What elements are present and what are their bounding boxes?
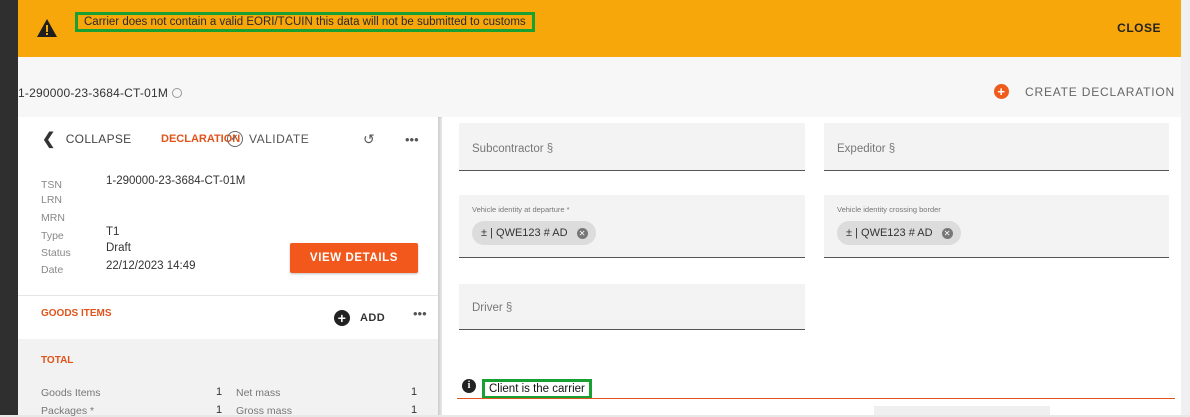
type-label: Type <box>41 230 64 242</box>
net-mass-value: 1 <box>411 386 418 398</box>
goods-items-count-label: Goods Items <box>41 387 101 399</box>
plus-circle-icon: + <box>994 84 1010 99</box>
plus-circle-icon: + <box>334 310 350 326</box>
collapse-label: COLLAPSE <box>65 132 132 146</box>
net-mass-label: Net mass <box>236 387 281 399</box>
info-icon: i <box>462 379 476 393</box>
reference-title: 1-290000-23-3684-CT-01M <box>18 86 183 100</box>
create-declaration-label: CREATE DECLARATION <box>1025 84 1175 99</box>
driver-field[interactable]: Driver § <box>459 284 805 330</box>
vehicle-departure-label: Vehicle identity at departure * <box>472 205 570 214</box>
tsn-value: 1-290000-23-3684-CT-01M <box>106 175 246 187</box>
collapse-button[interactable]: ❮ COLLAPSE <box>42 129 131 149</box>
gross-mass-value: 1 <box>411 404 418 416</box>
lrn-label: LRN <box>41 194 63 206</box>
vehicle-border-chip[interactable]: ± | QWE123 # AD ✕ <box>837 221 961 245</box>
packages-value: 1 <box>216 404 223 416</box>
expeditor-field[interactable]: Expeditor § <box>824 123 1169 171</box>
left-edge <box>0 0 18 415</box>
remove-chip-icon[interactable]: ✕ <box>576 227 588 239</box>
right-edge <box>1181 0 1190 415</box>
chevron-left-icon: ❮ <box>42 131 56 148</box>
expeditor-placeholder: Expeditor § <box>837 143 896 155</box>
validate-button[interactable]: ✓ VALIDATE <box>227 129 309 149</box>
partial-field <box>874 406 1050 415</box>
remove-chip-icon[interactable]: ✕ <box>941 227 953 239</box>
packages-label: Packages * <box>41 405 95 417</box>
vehicle-border-value: ± | QWE123 # AD <box>846 227 933 239</box>
vehicle-departure-chip[interactable]: ± | QWE123 # AD ✕ <box>472 221 596 245</box>
tsn-label: TSN <box>41 179 62 191</box>
warning-banner: Carrier does not contain a valid EORI/TC… <box>18 0 1181 57</box>
view-details-button[interactable]: VIEW DETAILS <box>290 243 418 273</box>
declaration-sidebar: ❮ COLLAPSE DECLARATION ✓ VALIDATE ↺ ••• … <box>18 117 438 417</box>
page-header: 1-290000-23-3684-CT-01M + CREATE DECLARA… <box>18 57 1181 118</box>
total-section: TOTAL Goods Items 1 Net mass 1 Packages … <box>18 339 438 417</box>
more-options-icon[interactable]: ••• <box>405 129 419 149</box>
client-carrier-notice: Client is the carrier <box>482 379 592 399</box>
status-circle-icon <box>172 88 183 98</box>
date-label: Date <box>41 264 64 276</box>
type-value: T1 <box>106 226 120 238</box>
reference-number: 1-290000-23-3684-CT-01M <box>18 86 169 100</box>
vehicle-border-field[interactable]: Vehicle identity crossing border ± | QWE… <box>824 195 1169 258</box>
goods-items-title: GOODS ITEMS <box>41 308 112 319</box>
goods-more-options-icon[interactable]: ••• <box>413 306 427 321</box>
status-value: Draft <box>106 242 131 254</box>
vehicle-departure-value: ± | QWE123 # AD <box>481 227 568 239</box>
add-goods-item-button[interactable]: + ADD <box>334 310 385 326</box>
status-label: Status <box>41 247 71 259</box>
warning-icon <box>37 19 57 37</box>
vehicle-departure-field[interactable]: Vehicle identity at departure * ± | QWE1… <box>459 195 805 258</box>
driver-placeholder: Driver § <box>472 302 513 314</box>
app-window: Carrier does not contain a valid EORI/TC… <box>0 0 1190 417</box>
declaration-form: Subcontractor § Expeditor § Vehicle iden… <box>442 117 1181 415</box>
banner-message: Carrier does not contain a valid EORI/TC… <box>75 12 535 32</box>
add-label: ADD <box>360 312 386 324</box>
divider <box>18 295 438 296</box>
check-circle-icon: ✓ <box>227 131 243 147</box>
gross-mass-label: Gross mass <box>236 405 293 417</box>
close-button[interactable]: CLOSE <box>1117 21 1161 35</box>
mrn-label: MRN <box>41 212 65 224</box>
total-title: TOTAL <box>41 355 74 366</box>
validate-label: VALIDATE <box>249 132 310 146</box>
subcontractor-placeholder: Subcontractor § <box>472 143 554 155</box>
history-icon[interactable]: ↺ <box>363 129 375 149</box>
date-value: 22/12/2023 14:49 <box>106 260 196 272</box>
goods-items-count: 1 <box>216 386 223 398</box>
subcontractor-field[interactable]: Subcontractor § <box>459 123 805 171</box>
section-underline <box>457 398 1175 399</box>
vehicle-border-label: Vehicle identity crossing border <box>837 205 941 214</box>
create-declaration-button[interactable]: + CREATE DECLARATION <box>994 84 1175 99</box>
